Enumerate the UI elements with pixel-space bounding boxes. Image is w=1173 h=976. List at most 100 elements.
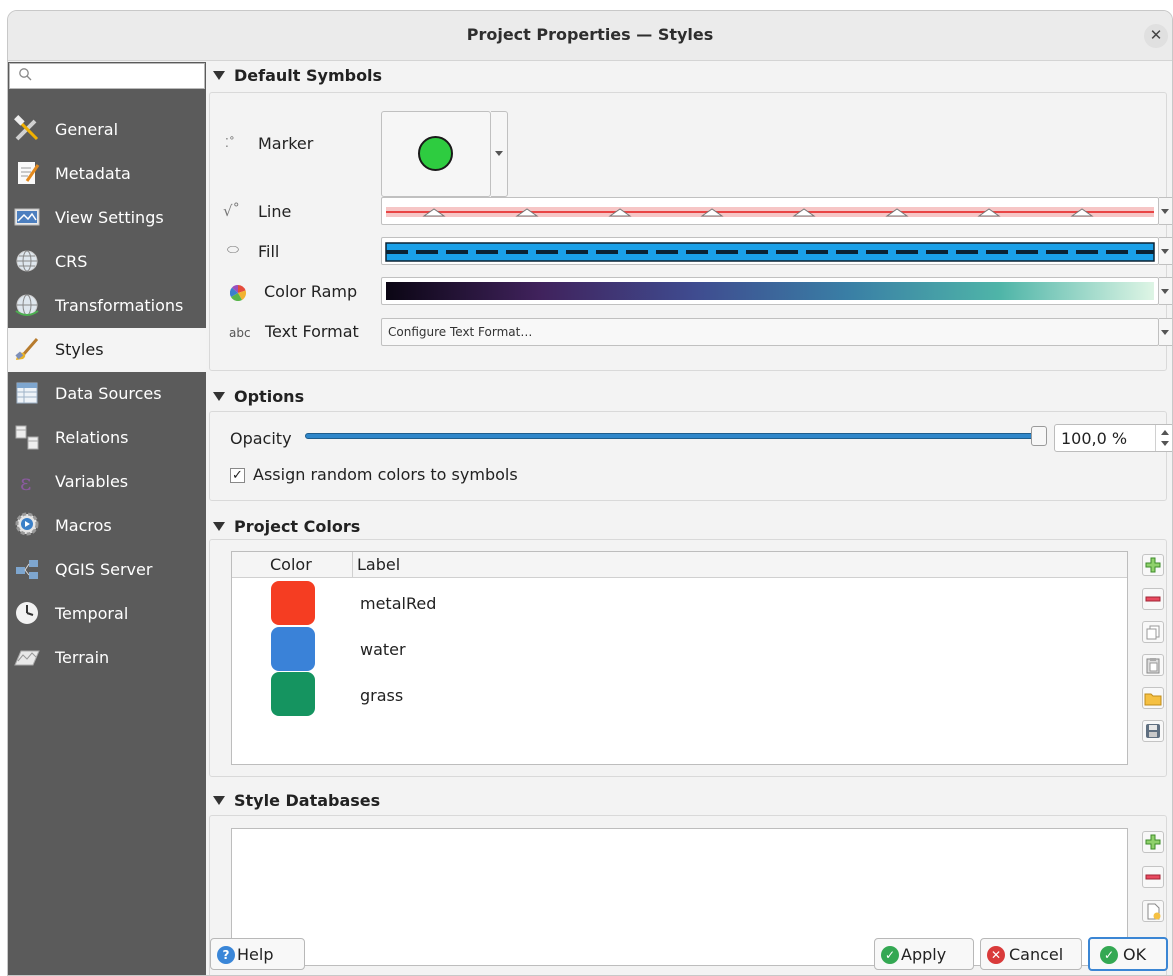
sidebar-item-data-sources[interactable]: Data Sources [8,372,206,416]
plus-icon [1145,557,1161,573]
sidebar-item-label: CRS [55,252,88,271]
import-colors-button[interactable] [1142,687,1164,709]
sidebar-item-transformations[interactable]: Transformations [8,284,206,328]
minus-icon [1145,596,1161,602]
search-input[interactable] [9,63,205,89]
line-dropdown-button[interactable] [1159,197,1172,225]
sidebar-item-macros[interactable]: Macros [8,504,206,548]
sidebar-item-label: Temporal [55,604,129,623]
fill-symbol-preview [385,242,1155,262]
checkmark-icon: ✓ [232,468,243,483]
sidebar-item-temporal[interactable]: Temporal [8,592,206,636]
color-swatch[interactable] [271,672,315,716]
sidebar-item-label: Transformations [55,296,184,315]
options-header[interactable]: Options [213,387,304,406]
random-colors-checkbox[interactable]: ✓ [230,468,245,483]
chevron-down-icon [1161,289,1169,294]
sidebar-item-variables[interactable]: ε Variables [8,460,206,504]
sidebar-item-label: Macros [55,516,112,535]
add-color-button[interactable] [1142,554,1164,576]
project-colors-table[interactable]: Color Label metalRed water grass [231,551,1128,765]
text-format-dropdown-button[interactable] [1159,318,1172,346]
spin-arrows[interactable] [1155,425,1172,451]
color-ramp-label: Color Ramp [264,282,358,301]
sidebar-item-label: Terrain [55,648,110,667]
remove-color-button[interactable] [1142,588,1164,610]
sidebar-item-metadata[interactable]: Metadata [8,152,206,196]
view-settings-icon [14,208,40,226]
color-swatch[interactable] [271,581,315,625]
opacity-spinbox[interactable]: 100,0 % [1054,424,1172,452]
project-colors-header[interactable]: Project Colors [213,517,360,536]
window-title: Project Properties — Styles [466,25,714,44]
sidebar: General Metadata View Settings CRS Trans… [8,62,206,975]
color-label[interactable]: metalRed [360,594,436,613]
text-format-button[interactable]: Configure Text Format… [381,318,1159,346]
opacity-label: Opacity [230,429,292,448]
apply-button-label: Apply [901,945,947,964]
sidebar-item-label: Styles [55,340,104,359]
fill-label: Fill [258,242,280,261]
relations-icon [15,425,39,450]
button-bar: ? Help ✓ Apply ✕ Cancel ✓ OK [207,928,1172,975]
new-file-icon [1147,903,1161,920]
fill-dropdown-button[interactable] [1159,237,1172,265]
color-label[interactable]: water [360,640,406,659]
opacity-value: 100,0 % [1061,429,1128,448]
column-header-label[interactable]: Label [357,555,400,574]
crs-globe-icon [16,250,38,272]
sidebar-item-general[interactable]: General [8,108,206,152]
marker-dropdown-button[interactable] [491,111,508,197]
chevron-down-icon [1161,330,1169,335]
sidebar-item-label: General [55,120,119,139]
add-style-database-button[interactable] [1142,831,1164,853]
close-icon: ✕ [1149,26,1163,44]
sidebar-item-styles[interactable]: Styles [8,328,206,372]
color-ramp-button[interactable] [381,277,1159,305]
default-symbols-header[interactable]: Default Symbols [213,66,382,85]
cancel-icon: ✕ [987,946,1005,964]
sidebar-item-label: View Settings [55,208,164,227]
sidebar-item-qgis-server[interactable]: QGIS Server [8,548,206,592]
marker-icon: ⁚˚ [225,136,235,150]
line-symbol-button[interactable] [381,197,1159,225]
minus-icon [1145,874,1161,880]
color-swatch[interactable] [271,627,315,671]
spin-arrows-icon [1161,430,1169,446]
collapse-triangle-icon [213,522,225,531]
opacity-slider-track[interactable] [305,433,1041,439]
marker-symbol-button[interactable] [381,111,491,197]
line-label: Line [258,202,292,221]
copy-colors-button[interactable] [1142,621,1164,643]
line-symbol-preview [386,207,1154,217]
column-header-color[interactable]: Color [270,555,312,574]
temporal-clock-icon [16,602,38,624]
color-ramp-dropdown-button[interactable] [1159,277,1172,305]
chevron-down-icon [1161,249,1169,254]
remove-style-database-button[interactable] [1142,866,1164,888]
sidebar-item-terrain[interactable]: Terrain [8,636,206,680]
cancel-button[interactable]: ✕ Cancel [980,938,1082,970]
check-icon: ✓ [1100,946,1118,964]
metadata-icon [18,162,40,184]
sidebar-item-crs[interactable]: CRS [8,240,206,284]
sidebar-item-view-settings[interactable]: View Settings [8,196,206,240]
random-colors-label: Assign random colors to symbols [253,465,518,484]
new-style-database-button[interactable] [1142,900,1164,922]
export-colors-button[interactable] [1142,720,1164,742]
text-format-icon: abc [229,326,251,340]
paste-colors-button[interactable] [1142,654,1164,676]
save-icon [1146,724,1160,738]
options-group [209,411,1167,501]
collapse-triangle-icon [213,71,225,80]
fill-symbol-button[interactable] [381,237,1159,265]
svg-text:ε: ε [20,471,31,495]
opacity-slider-handle[interactable] [1031,426,1047,446]
color-label[interactable]: grass [360,686,403,705]
ok-button[interactable]: ✓ OK [1088,937,1168,971]
apply-button[interactable]: ✓ Apply [874,938,974,970]
help-button[interactable]: ? Help [210,938,305,970]
sidebar-item-relations[interactable]: Relations [8,416,206,460]
style-databases-header[interactable]: Style Databases [213,791,380,810]
close-button[interactable]: ✕ [1144,24,1168,48]
